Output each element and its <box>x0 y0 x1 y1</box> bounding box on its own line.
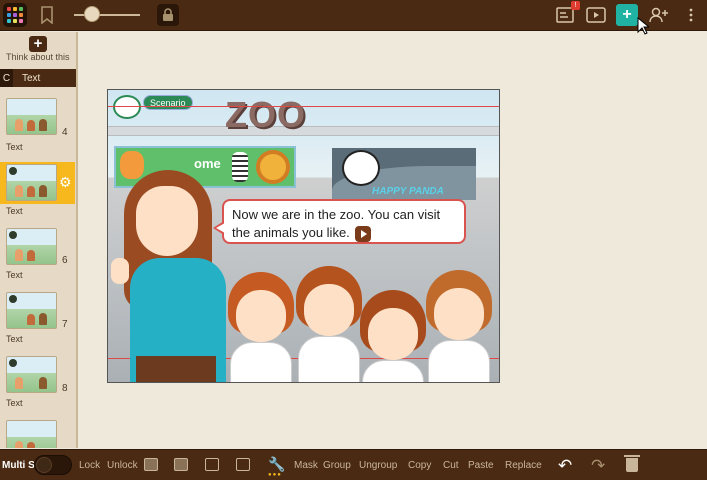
tool-dots: ●●● <box>268 472 282 478</box>
app-dot <box>13 19 17 23</box>
slides-sidebar: + Think about this C Text 4 Text ⚙ Text … <box>0 32 78 448</box>
text-tab-bar[interactable]: C Text <box>0 69 76 87</box>
slide-thumbnail-6[interactable] <box>6 228 57 265</box>
welcome-text: ome <box>194 156 221 171</box>
gear-icon[interactable]: ⚙ <box>59 174 72 191</box>
zoom-slider-knob[interactable] <box>84 6 100 22</box>
undo-icon[interactable]: ↶ <box>558 456 572 476</box>
top-toolbar: ! + <box>0 0 707 35</box>
slide-thumbnail-4[interactable] <box>6 98 57 135</box>
multi-select-toggle[interactable] <box>34 455 72 475</box>
slide-label: Text <box>6 334 23 344</box>
add-slide-button[interactable]: + <box>29 36 47 52</box>
add-user-icon[interactable] <box>648 4 670 26</box>
group-button[interactable]: Group <box>323 460 351 471</box>
tiger-icon <box>120 151 144 179</box>
app-dot <box>13 7 17 11</box>
lock-icon[interactable] <box>157 4 179 26</box>
send-to-back-icon[interactable] <box>236 458 250 471</box>
slide-preview-text: Think about this <box>6 52 70 62</box>
speech-bubble[interactable]: Now we are in the zoo. You can visit the… <box>213 199 466 244</box>
app-dot <box>19 13 23 17</box>
zoo-sign-text: ZOO <box>225 94 306 135</box>
slide-number: 6 <box>62 255 68 266</box>
guide-line-top <box>108 106 499 107</box>
bring-forward-icon[interactable] <box>144 458 158 471</box>
apps-grid-icon[interactable] <box>3 3 27 27</box>
redo-icon[interactable]: ↷ <box>591 456 605 476</box>
paste-button[interactable]: Paste <box>468 460 494 471</box>
panda-poster-text: HAPPY PANDA <box>372 186 444 197</box>
zebra-icon <box>232 152 248 182</box>
slide-thumbnail-8[interactable] <box>6 356 57 393</box>
student-figure <box>296 266 362 382</box>
tab-short[interactable]: C <box>0 69 13 87</box>
app-dot <box>7 7 11 11</box>
mask-button[interactable]: Mask <box>294 460 318 471</box>
slide-number: 8 <box>62 383 68 394</box>
notification-badge: ! <box>571 1 580 10</box>
student-figure <box>360 290 426 382</box>
scenario-label[interactable]: Scenario <box>143 95 193 110</box>
teacher-skirt <box>136 356 216 382</box>
bottom-toolbar: Multi S Lock Unlock 🔧 ●●● Mask Group Ung… <box>0 449 707 480</box>
teacher-face <box>136 186 198 256</box>
app-dot <box>7 19 11 23</box>
slide-thumbnail-9[interactable] <box>6 420 57 448</box>
cut-button[interactable]: Cut <box>443 460 459 471</box>
copy-button[interactable]: Copy <box>408 460 431 471</box>
trash-icon[interactable] <box>624 455 640 472</box>
send-backward-icon[interactable] <box>174 458 188 471</box>
wrench-tool-icon[interactable]: 🔧 <box>268 456 285 473</box>
slide-label: Text <box>6 206 23 216</box>
waving-hand <box>111 258 129 284</box>
bring-to-front-icon[interactable] <box>205 458 219 471</box>
student-figure <box>426 270 492 382</box>
app-dot <box>7 13 11 17</box>
unlock-button[interactable]: Unlock <box>107 460 138 471</box>
slide-thumbnail-5[interactable] <box>6 164 57 201</box>
more-menu-icon[interactable] <box>680 4 702 26</box>
tab-text-label[interactable]: Text <box>13 73 40 84</box>
app-dot <box>13 13 17 17</box>
panda-icon <box>342 150 380 186</box>
slide-canvas[interactable]: ZOO Scenario ome HAPPY PANDA Now we are … <box>107 89 500 383</box>
slide-label: Text <box>6 142 23 152</box>
student-figure <box>228 272 294 382</box>
slide-label: Text <box>6 270 23 280</box>
replace-button[interactable]: Replace <box>505 460 542 471</box>
multi-select-label: Multi S <box>2 460 35 471</box>
toucan-logo-icon <box>113 95 141 119</box>
play-audio-icon[interactable] <box>355 225 372 242</box>
app-dot <box>19 7 23 11</box>
bookmark-icon[interactable] <box>36 4 58 26</box>
app-dot <box>19 19 23 23</box>
slide-label: Text <box>6 398 23 408</box>
slide-notes-icon[interactable]: ! <box>554 1 580 26</box>
speech-text: Now we are in the zoo. You can visit the… <box>232 207 441 240</box>
lion-icon <box>256 150 290 184</box>
slide-number: 7 <box>62 319 68 330</box>
panda-poster: HAPPY PANDA <box>332 148 476 200</box>
play-preview-icon[interactable] <box>585 4 607 26</box>
ungroup-button[interactable]: Ungroup <box>359 460 397 471</box>
lock-button[interactable]: Lock <box>79 460 100 471</box>
slide-thumbnail-7[interactable] <box>6 292 57 329</box>
slide-number: 4 <box>62 127 68 138</box>
